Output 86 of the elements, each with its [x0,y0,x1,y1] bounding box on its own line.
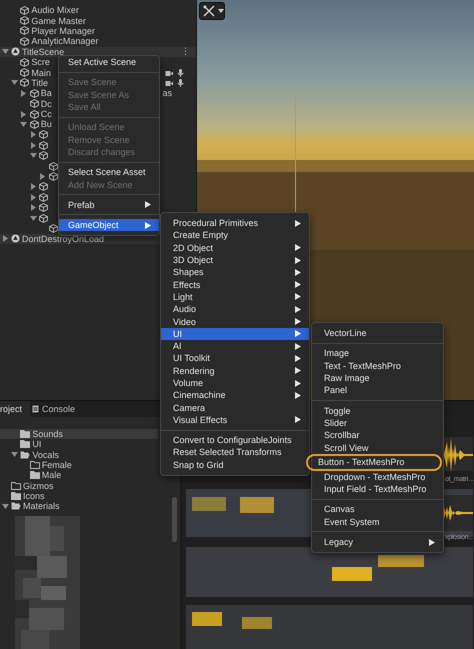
menu-item[interactable]: Prefab [59,198,159,211]
folder-row[interactable]: Male [0,470,158,480]
collapsed-arrow-icon[interactable] [30,204,36,212]
menu-item[interactable]: Visual Effects [161,414,309,426]
expanded-arrow-icon[interactable] [10,452,18,458]
collapsed-arrow-icon[interactable] [30,183,36,190]
menu-item[interactable]: Rendering [161,364,309,377]
menu-item[interactable]: Shapes [161,266,309,278]
collapsed-arrow-icon[interactable] [21,110,26,118]
collapsed-arrow-icon[interactable] [30,142,36,149]
object-name[interactable]: Cc [40,109,52,120]
collapsed-arrow-icon[interactable] [2,235,8,242]
document-icon [32,405,40,413]
object-name[interactable]: AnalyticManager [31,36,98,46]
object-name[interactable]: Game Master [31,16,86,26]
object-name[interactable]: Main [31,68,51,78]
collapsed-arrow-icon[interactable] [40,172,46,180]
menu-item[interactable]: Panel [312,384,443,396]
menu-item[interactable]: GameObject [59,218,159,232]
menu-item[interactable]: Scrollbar [312,429,443,442]
menu-item[interactable]: Button - TextMeshPro [306,454,442,471]
scrollbar[interactable] [172,497,177,542]
menu-item[interactable]: Toggle [312,404,443,417]
menu-item[interactable]: Text - TextMeshPro [312,360,443,372]
object-name[interactable]: Dc [40,98,52,109]
folder-row[interactable]: UI [0,439,158,450]
menu-item[interactable]: Canvas [312,503,443,516]
menu-item[interactable]: Light [161,290,309,304]
object-name[interactable]: Title [31,78,48,88]
expanded-arrow-icon[interactable] [30,153,37,158]
scene-header[interactable]: TitleScene ⋮ [0,46,196,57]
menu-item[interactable]: Effects [161,278,309,291]
menu-item[interactable]: UI Toolkit [161,352,309,365]
collapsed-arrow-icon[interactable] [21,90,26,97]
object-name[interactable]: as [162,88,172,98]
menu-item[interactable]: Set Active Scene [59,56,159,68]
menu-item[interactable]: 3D Object [161,254,309,266]
menu-item[interactable]: Input Field - TextMeshPro [312,482,443,496]
panel-tab[interactable]: Console [30,401,84,417]
menu-item[interactable]: 2D Object [161,242,309,254]
menu-item[interactable]: Snap to Grid [161,458,309,471]
collapsed-arrow-icon[interactable] [30,131,36,138]
folder-row[interactable]: Gizmos [0,480,158,491]
menu-item[interactable]: Dropdown - TextMeshPro [312,470,443,483]
collapsed-arrow-icon[interactable] [30,194,36,201]
tools-icon[interactable] [203,5,215,17]
scene-icon [11,234,20,244]
object-name[interactable]: Player Manager [31,26,95,36]
object-name[interactable]: Scre [31,57,50,68]
menu-item[interactable]: Slider [312,416,443,430]
menu-item[interactable]: Event System [312,516,443,528]
scene-name[interactable]: DontDestroyOnLoad [22,234,104,244]
caret-icon[interactable] [218,9,224,13]
menu-item[interactable]: Reset Selected Transforms [161,446,309,459]
menu-item[interactable]: Convert to ConfigurableJoints [161,434,309,446]
folder-row[interactable]: Female [0,460,158,470]
object-name[interactable]: Audio Mixer [31,5,79,16]
expanded-arrow-icon[interactable] [30,216,37,220]
menu-item[interactable]: Procedural Primitives [161,217,309,230]
panel-tab[interactable]: roject [0,401,30,417]
menu-item[interactable]: Raw Image [312,372,443,384]
expanded-arrow-icon[interactable] [2,49,8,54]
menu-item[interactable]: Audio [161,303,309,316]
object-name[interactable]: Bu [40,119,52,130]
menu-item[interactable]: Scroll View [312,441,443,454]
menu-item[interactable]: Volume [161,376,309,390]
menu-item[interactable]: AI [161,340,309,352]
more-options-button[interactable]: ⋮ [181,46,190,57]
menu-item[interactable]: Cinemachine [161,389,309,402]
menu-item[interactable]: Video [161,315,309,328]
expanded-arrow-icon[interactable] [10,80,18,86]
expanded-arrow-icon[interactable] [20,122,28,127]
expanded-arrow-icon[interactable] [2,504,8,509]
folder-row[interactable]: Sounds [0,429,158,440]
scene-name[interactable]: TitleScene [22,46,64,57]
scene-icon [11,47,20,56]
folder-row[interactable]: Vocals [0,450,158,460]
object-name[interactable]: Ba [40,88,52,98]
menu-item[interactable]: Image [312,347,443,360]
menu-item[interactable]: UI [161,328,309,340]
menu-item[interactable]: Camera [161,401,309,414]
menu-item[interactable]: VectorLine [312,327,443,340]
menu-item[interactable]: Legacy [312,536,443,548]
folder-row[interactable]: Materials [0,501,158,512]
folder-row[interactable]: Icons [0,490,158,502]
menu-item[interactable]: Select Scene Asset [59,166,159,178]
